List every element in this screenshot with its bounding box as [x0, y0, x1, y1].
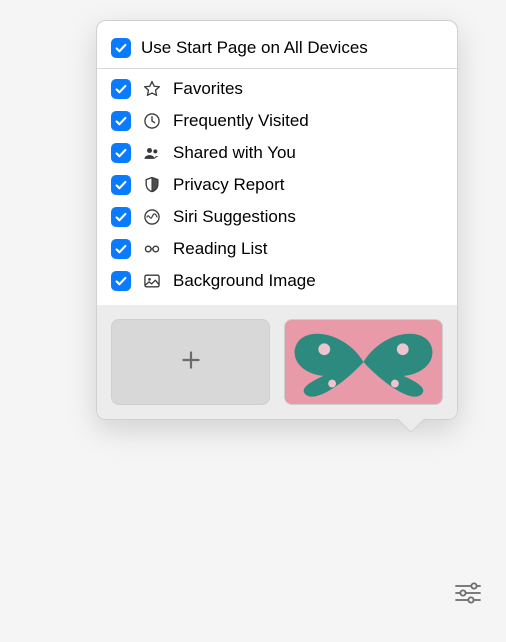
option-use-on-all-devices[interactable]: Use Start Page on All Devices [111, 33, 443, 68]
shield-icon [141, 174, 163, 196]
option-frequently-visited[interactable]: Frequently Visited [111, 105, 443, 137]
option-label: Favorites [173, 79, 443, 99]
star-icon [141, 78, 163, 100]
start-page-settings-popover: Use Start Page on All Devices Favorites … [96, 20, 458, 420]
checkbox-checked-icon[interactable] [111, 111, 131, 131]
option-background-image[interactable]: Background Image [111, 265, 443, 297]
siri-icon [141, 206, 163, 228]
add-background-button[interactable] [111, 319, 270, 405]
checkbox-checked-icon[interactable] [111, 38, 131, 58]
checkbox-checked-icon[interactable] [111, 143, 131, 163]
option-label: Reading List [173, 239, 443, 259]
plus-icon [178, 347, 204, 378]
people-icon [141, 142, 163, 164]
option-shared-with-you[interactable]: Shared with You [111, 137, 443, 169]
checkbox-checked-icon[interactable] [111, 271, 131, 291]
image-icon [141, 270, 163, 292]
checkbox-checked-icon[interactable] [111, 79, 131, 99]
option-label: Privacy Report [173, 175, 443, 195]
option-siri-suggestions[interactable]: Siri Suggestions [111, 201, 443, 233]
background-thumbnail[interactable] [284, 319, 443, 405]
checkbox-checked-icon[interactable] [111, 207, 131, 227]
clock-icon [141, 110, 163, 132]
option-favorites[interactable]: Favorites [111, 73, 443, 105]
start-page-settings-button[interactable] [452, 580, 484, 610]
divider [97, 68, 457, 69]
option-label: Frequently Visited [173, 111, 443, 131]
checkbox-checked-icon[interactable] [111, 175, 131, 195]
sliders-icon [454, 581, 482, 610]
option-label: Shared with You [173, 143, 443, 163]
option-label: Background Image [173, 271, 443, 291]
option-label: Use Start Page on All Devices [141, 38, 443, 58]
background-thumbnails [97, 305, 457, 419]
checkbox-checked-icon[interactable] [111, 239, 131, 259]
glasses-icon [141, 238, 163, 260]
option-privacy-report[interactable]: Privacy Report [111, 169, 443, 201]
option-reading-list[interactable]: Reading List [111, 233, 443, 265]
option-label: Siri Suggestions [173, 207, 443, 227]
